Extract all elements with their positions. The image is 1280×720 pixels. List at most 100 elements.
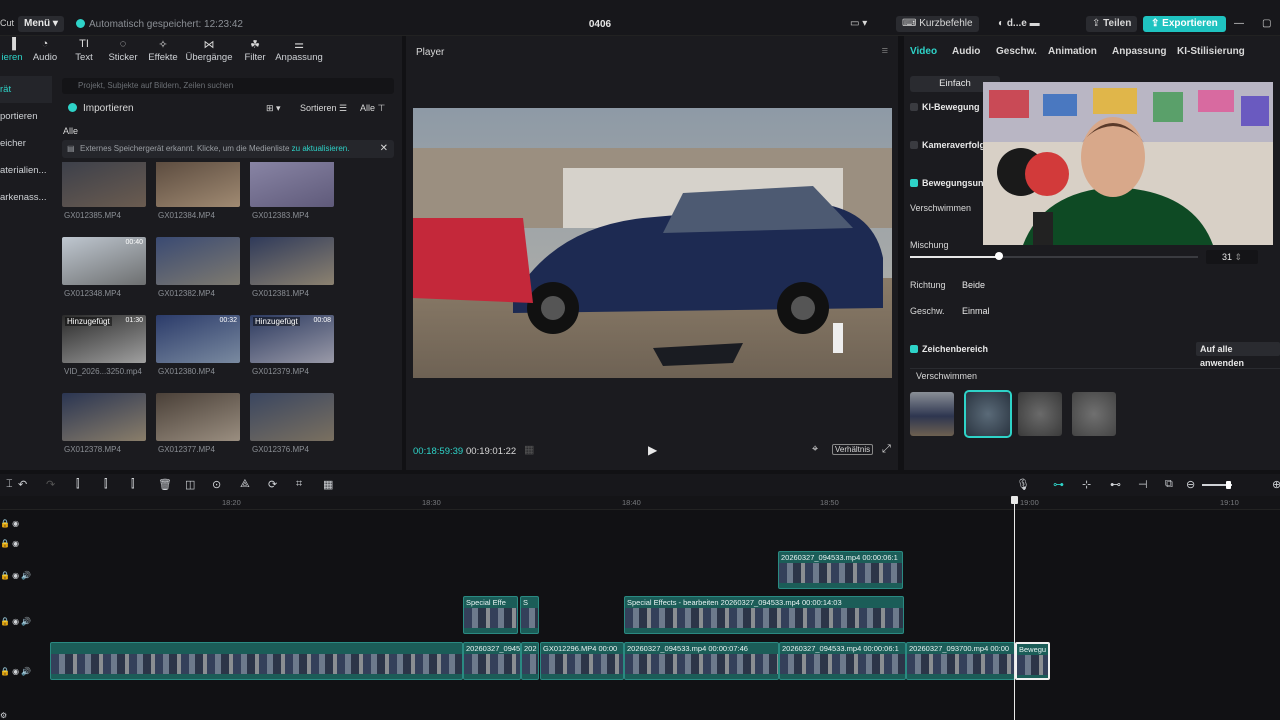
track-controls[interactable]: 🔒 ◉	[0, 539, 19, 548]
draw-area-checkbox[interactable]: Zeichenbereich	[910, 344, 988, 354]
effect-clip[interactable]: Special Effe	[463, 596, 518, 634]
menu-button[interactable]: Menü ▾	[18, 16, 64, 32]
main-track-clip[interactable]: 20260327_094533.mp4 00:00:07:46	[624, 642, 779, 680]
main-track-clip[interactable]: 20260327_093700.mp4 00:00	[906, 642, 1015, 680]
tab-speed[interactable]: Geschw.	[996, 46, 1037, 57]
side-item-device[interactable]: rät	[0, 76, 52, 103]
media-thumbnail[interactable]: 00:32 GX012380.MP4	[156, 315, 240, 393]
tool-sticker[interactable]: ◌ Sticker	[106, 38, 140, 63]
track-controls[interactable]: 🔒 ◉ 🔊	[0, 667, 31, 676]
playhead[interactable]	[1014, 496, 1015, 720]
align-icon[interactable]: ⊣	[1138, 478, 1148, 491]
shortcuts-button[interactable]: ⌨ Kurzbefehle	[896, 16, 979, 32]
menu-icon[interactable]: ≡	[882, 45, 888, 57]
tab-video[interactable]: Video	[910, 46, 937, 57]
media-thumbnail[interactable]: GX012381.MP4	[250, 237, 334, 315]
link-icon[interactable]: ⊶	[1053, 478, 1064, 491]
refresh-link[interactable]: zu aktualisieren.	[292, 144, 350, 153]
filter-all-button[interactable]: Alle ⊤	[360, 100, 385, 116]
media-thumbnail[interactable]: GX012384.MP4	[156, 162, 240, 237]
media-thumbnail[interactable]: Hinzugefügt 01:30 VID_2026...3250.mp4	[62, 315, 146, 393]
main-track-clip[interactable]	[50, 642, 463, 680]
timeline-clip[interactable]: 20260327_094533.mp4 00:00:06:1	[778, 551, 903, 589]
side-item-brand[interactable]: arkenass...	[0, 184, 52, 211]
crop-icon[interactable]: ⌗	[296, 478, 302, 491]
media-thumbnail[interactable]: Hinzugefügt 00:08 GX012379.MP4	[250, 315, 334, 393]
redo-icon[interactable]: ↷	[46, 478, 55, 491]
zoom-slider-knob[interactable]	[1226, 481, 1231, 489]
delete-icon[interactable]: 🗑	[158, 478, 172, 491]
track-controls[interactable]: ⚙	[0, 711, 7, 720]
stepper-icon[interactable]: ⇕	[1234, 252, 1242, 262]
tool-transitions[interactable]: ⋈ Übergänge	[184, 38, 234, 63]
blur-select[interactable]: Verschwimmen	[910, 368, 1280, 382]
close-icon[interactable]: ✕	[380, 140, 388, 158]
split-right-icon[interactable]: ⫿	[131, 478, 135, 491]
microphone-icon[interactable]: 🎙	[1016, 478, 1030, 491]
select-icon[interactable]: ⌶	[6, 478, 13, 491]
motion-blur-checkbox[interactable]: Bewegungsun	[910, 178, 984, 188]
export-button[interactable]: ⇪ Exportieren	[1143, 16, 1226, 32]
mix-slider[interactable]	[910, 252, 1198, 260]
camera-track-checkbox[interactable]: Kameraverfolg	[910, 140, 985, 150]
main-track-clip[interactable]: GX012296.MP4 00:00	[540, 642, 624, 680]
preset-thumb-selected[interactable]	[964, 390, 1012, 438]
main-track-clip[interactable]: 202	[521, 642, 539, 680]
tool-import[interactable]: ▐ ieren	[0, 38, 24, 63]
ratio-button[interactable]: Verhältnis	[832, 444, 874, 455]
tab-animation[interactable]: Animation	[1048, 46, 1097, 57]
rotate-icon[interactable]: ⟳	[268, 478, 277, 491]
track-controls[interactable]: 🔒 ◉	[0, 519, 19, 528]
expand-icon[interactable]: ⤢	[882, 443, 891, 456]
media-thumbnail[interactable]: GX012382.MP4	[156, 237, 240, 315]
tool-text[interactable]: TI Text	[72, 38, 96, 63]
layout-icon[interactable]: ▭ ▾	[850, 16, 867, 32]
user-button[interactable]: ◐ d...e ▬	[998, 16, 1040, 32]
video-preview[interactable]	[413, 108, 892, 378]
preset-thumb[interactable]	[1018, 392, 1062, 436]
apply-all-button[interactable]: Auf alle anwenden	[1196, 342, 1280, 368]
split-left-icon[interactable]: ⫿	[104, 478, 108, 491]
tab-audio[interactable]: Audio	[952, 46, 980, 57]
tool-audio[interactable]: ◔ Audio	[30, 38, 60, 63]
mirror-icon[interactable]: ⟁	[240, 478, 250, 491]
split-icon[interactable]: ⫿	[76, 478, 80, 491]
snap-icon[interactable]: ⊹	[1082, 478, 1091, 491]
effect-clip[interactable]: S	[520, 596, 539, 634]
preset-thumb[interactable]	[1072, 392, 1116, 436]
effect-clip[interactable]: Special Effects - bearbeiten 20260327_09…	[624, 596, 904, 634]
auto-cut-icon[interactable]: ▦	[323, 478, 333, 491]
reverse-icon[interactable]: ⊙	[212, 478, 221, 491]
mix-value-input[interactable]: 31 ⇕	[1206, 250, 1258, 264]
media-thumbnail[interactable]: GX012376.MP4	[250, 393, 334, 470]
zoom-in-icon[interactable]: ⊕	[1272, 478, 1280, 491]
preview-axis-icon[interactable]: ⧉	[1165, 478, 1173, 491]
view-toggle[interactable]: ⊞ ▾	[266, 100, 281, 116]
freeze-icon[interactable]: ◫	[185, 478, 195, 491]
search-input[interactable]: Projekt, Subjekte auf Bildern, Zeilen su…	[62, 78, 394, 94]
preset-thumb[interactable]	[910, 392, 954, 436]
media-thumbnail[interactable]: GX012378.MP4	[62, 393, 146, 470]
media-thumbnail[interactable]: GX012385.MP4	[62, 162, 146, 237]
track-controls[interactable]: 🔒 ◉ 🔊	[0, 617, 31, 626]
minimize-icon[interactable]: —	[1234, 16, 1244, 32]
speed-select[interactable]: Einmal	[962, 306, 990, 316]
side-item-storage[interactable]: eicher	[0, 130, 52, 157]
timeline-ruler[interactable]: 18:20 18:30 18:40 18:50 19:00 19:10	[0, 496, 1280, 510]
direction-select[interactable]: Beide	[962, 280, 985, 290]
maximize-icon[interactable]: ▢	[1262, 16, 1271, 32]
tool-filter[interactable]: ☘ Filter	[240, 38, 270, 63]
media-thumbnail[interactable]: GX012383.MP4	[250, 162, 334, 237]
share-button[interactable]: ⇪ Teilen	[1086, 16, 1138, 32]
side-item-materials[interactable]: aterialien...	[0, 157, 52, 184]
tool-adjust[interactable]: ⚌ Anpassung	[274, 38, 324, 63]
media-thumbnail[interactable]: 00:40 GX012348.MP4	[62, 237, 146, 315]
ki-motion-checkbox[interactable]: KI-Bewegung	[910, 102, 980, 112]
track-controls[interactable]: 🔒 ◉ 🔊	[0, 571, 31, 580]
selected-clip[interactable]: Bewegu	[1015, 642, 1050, 680]
main-track-clip[interactable]: 20260327_0945	[463, 642, 521, 680]
fullscreen-region-icon[interactable]: ⌖	[812, 443, 818, 456]
side-item-import[interactable]: portieren	[0, 103, 52, 130]
chain-icon[interactable]: ⊷	[1110, 478, 1121, 491]
main-track-clip[interactable]: 20260327_094533.mp4 00:00:06:1	[779, 642, 906, 680]
